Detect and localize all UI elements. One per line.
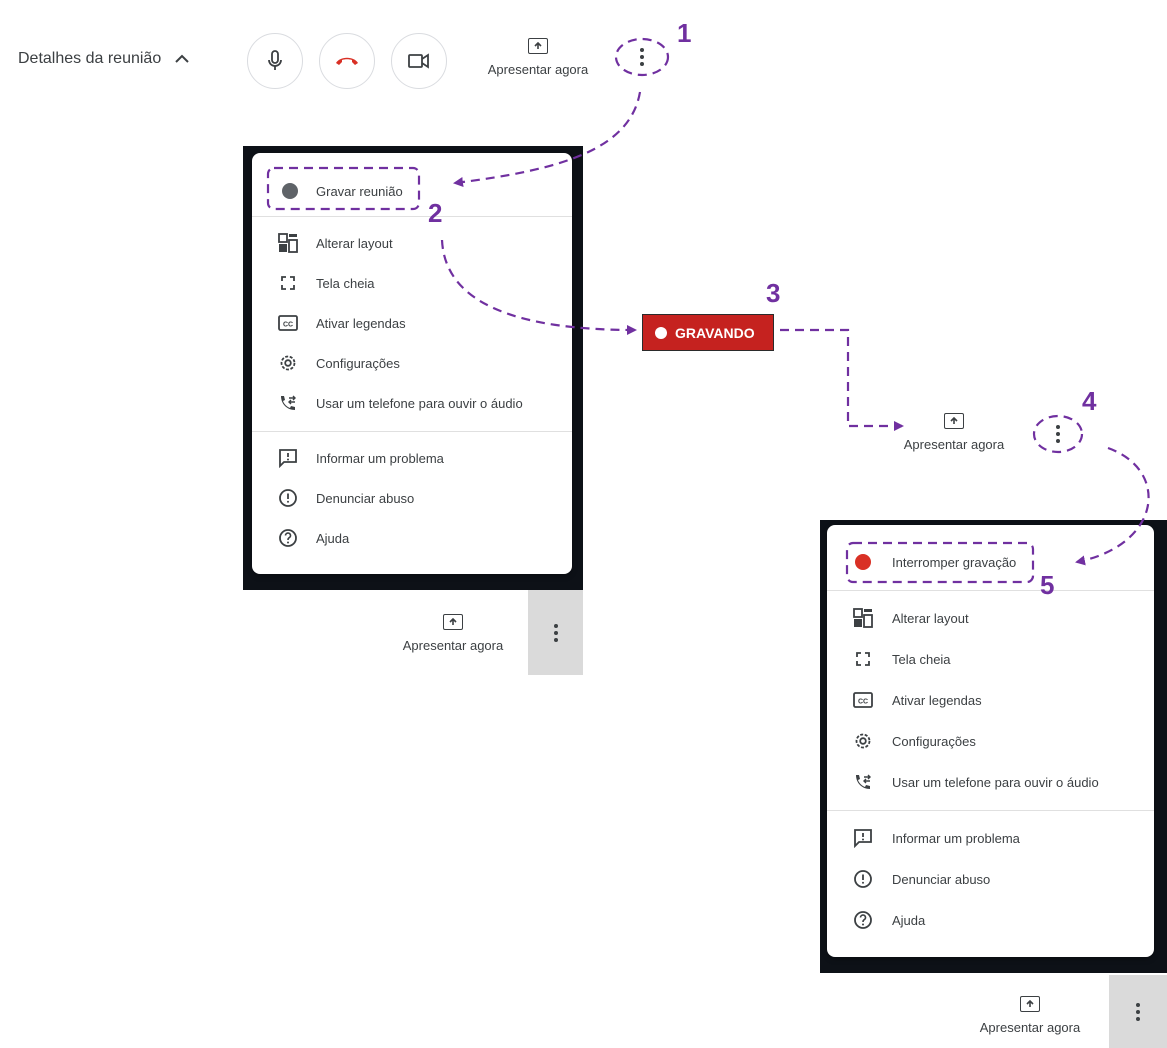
step-number-2: 2 <box>428 198 443 228</box>
step-number-5: 5 <box>1040 570 1055 600</box>
highlight-more-options-2 <box>1032 414 1084 454</box>
highlight-record-meeting <box>266 166 421 211</box>
annotation-layer <box>266 37 1150 584</box>
highlight-stop-recording <box>845 541 1035 584</box>
highlight-more-options-1 <box>614 37 670 77</box>
step-number-3: 3 <box>766 278 781 308</box>
step-number-1: 1 <box>677 18 692 48</box>
arrow-step-1-2 <box>453 91 642 187</box>
arrow-step-3-4 <box>780 328 904 431</box>
arrow-step-4-5 <box>1075 446 1150 566</box>
step-number-4: 4 <box>1082 386 1097 416</box>
arrow-step-2-3 <box>440 239 637 335</box>
